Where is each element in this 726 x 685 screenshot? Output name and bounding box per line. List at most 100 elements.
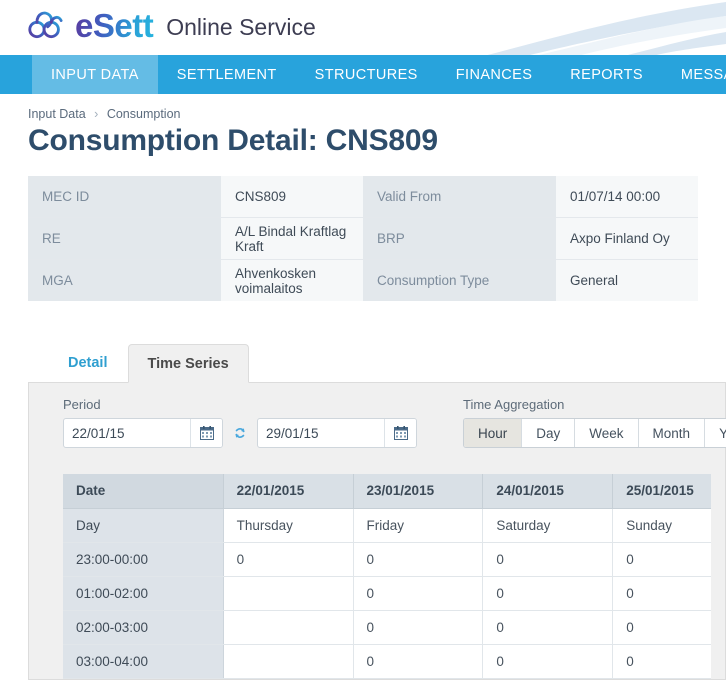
esett-swirl-logo-icon [28,11,63,39]
row-label-hour-3: 02:00-03:00 [63,610,224,645]
table-row: 03:00-04:00 0 0 0 0 [63,644,711,679]
breadcrumb-current[interactable]: Consumption [107,107,181,121]
cell[interactable]: 0 [612,610,711,645]
cell[interactable]: 0 [353,610,484,645]
nav-item-settlement[interactable]: SETTLEMENT [158,55,296,94]
cell[interactable]: 0 [482,576,614,611]
cell[interactable]: 0 [353,644,484,679]
cell[interactable]: 0 [223,542,354,577]
column-header-day-2[interactable]: 23/01/2015 [353,474,484,509]
info-value-mga: Ahvenkosken voimalaitos [221,259,363,301]
tab-detail[interactable]: Detail [48,343,128,382]
swap-dates-icon [235,428,245,438]
period-from-input[interactable] [64,419,190,447]
tabs-section: Detail Time Series Period 22/01/15 29/01… [28,343,726,680]
breadcrumb-root[interactable]: Input Data [28,107,86,121]
info-value-re: A/L Bindal Kraftlag Kraft [221,217,363,260]
brand-tagline: Online Service [166,14,316,40]
info-label-mec-id: MEC ID [28,176,221,218]
column-header-date[interactable]: Date [63,474,224,509]
period-to-field[interactable] [257,418,417,448]
cell[interactable]: 0 [612,542,711,577]
page-content: Input Data › Consumption Consumption Det… [0,107,726,680]
tab-list: Detail Time Series [48,343,698,383]
row-label-hour-2: 01:00-02:00 [63,576,224,611]
info-label-valid-from: Valid From [363,176,556,218]
time-aggregation-segmented-control: Hour Day Week Month Year [463,418,726,448]
calendar-icon [393,426,408,440]
table-row: 01:00-02:00 0 0 0 0 [63,576,711,611]
aggregation-option-week[interactable]: Week [575,419,639,447]
nav-item-finances[interactable]: FINANCES [437,55,552,94]
brand-name: eSett [75,9,156,42]
cell[interactable]: 0 [353,576,484,611]
row-label-hour-4: 03:00-04:00 [63,644,224,679]
aggregation-option-month[interactable]: Month [638,419,706,447]
period-from-field[interactable] [63,418,223,448]
nav-item-input-data[interactable]: INPUT DATA [32,55,158,94]
cell[interactable]: 0 [353,542,484,577]
cell: Saturday [482,508,614,543]
cell: Sunday [612,508,711,543]
table-row: 02:00-03:00 0 0 0 0 [63,610,711,645]
column-header-day-4[interactable]: 25/01/2015 [612,474,711,509]
cell[interactable] [223,644,354,679]
cell[interactable]: 0 [612,644,711,679]
info-value-valid-from: 01/07/14 00:00 [556,176,698,218]
calendar-icon [199,426,214,440]
info-value-mec-id: CNS809 [221,176,363,218]
row-label-day: Day [63,508,224,543]
tab-panel-time-series: Period 22/01/15 29/01/15 Time Aggregatio… [28,382,726,680]
info-label-consumption-type: Consumption Type [363,259,556,301]
page-title: Consumption Detail: CNS809 [28,124,438,157]
table-row: RE A/L Bindal Kraftlag Kraft BRP Axpo Fi… [28,217,698,260]
aggregation-option-hour[interactable]: Hour [464,419,523,447]
period-from-calendar-button[interactable] [190,419,222,447]
table-header-row: Date 22/01/2015 23/01/2015 24/01/2015 25… [63,474,711,509]
info-value-brp: Axpo Finland Oy [556,217,698,260]
cell[interactable] [223,576,354,611]
row-label-hour-1: 23:00-00:00 [63,542,224,577]
cell: Thursday [223,508,354,543]
time-aggregation-label: Time Aggregation [463,397,565,412]
time-series-table: Date 22/01/2015 23/01/2015 24/01/2015 25… [63,474,711,679]
time-series-table-scroll[interactable]: Date 22/01/2015 23/01/2015 24/01/2015 25… [63,474,711,679]
cell[interactable]: 0 [482,644,614,679]
table-row: MGA Ahvenkosken voimalaitos Consumption … [28,259,698,301]
nav-item-structures[interactable]: STRUCTURES [296,55,437,94]
cell[interactable]: 0 [482,542,614,577]
breadcrumb-separator: › [94,107,99,121]
table-row: 23:00-00:00 0 0 0 0 0 [63,542,711,577]
info-label-brp: BRP [363,217,556,260]
decorative-swoosh-graphic [487,2,726,55]
info-value-consumption-type: General [556,259,698,301]
filters-bar: Period 22/01/15 29/01/15 Time Aggregatio… [63,397,726,448]
nav-item-messages[interactable]: MESSAGES [662,55,726,94]
aggregation-option-year[interactable]: Year [705,419,726,447]
table-row: Day Thursday Friday Saturday Sunday Mond… [63,508,711,543]
brand-logo[interactable]: eSett Online Service [25,8,316,42]
info-label-mga: MGA [28,259,221,301]
cell[interactable] [223,610,354,645]
time-aggregation-filter-group: Time Aggregation Hour Day Week Month Yea… [463,397,726,448]
column-header-day-3[interactable]: 24/01/2015 [482,474,614,509]
main-navigation: INPUT DATA SETTLEMENT STRUCTURES FINANCE… [0,55,726,94]
breadcrumb: Input Data › Consumption [28,107,698,121]
cell[interactable]: 0 [612,576,711,611]
period-row [63,418,417,448]
period-filter-group: Period [63,397,417,448]
period-label: Period [63,397,101,412]
entity-info-table: MEC ID CNS809 Valid From 01/07/14 00:00 … [28,176,698,301]
table-row: MEC ID CNS809 Valid From 01/07/14 00:00 [28,176,698,218]
column-header-day-1[interactable]: 22/01/2015 [223,474,354,509]
period-to-calendar-button[interactable] [384,419,416,447]
nav-item-reports[interactable]: REPORTS [551,55,662,94]
cell[interactable]: 0 [482,610,614,645]
tab-time-series[interactable]: Time Series [127,344,249,383]
swap-dates-button[interactable] [230,423,250,443]
app-header: eSett Online Service [0,0,726,55]
period-to-input[interactable] [258,419,384,447]
info-label-re: RE [28,217,221,260]
aggregation-option-day[interactable]: Day [522,419,576,447]
cell: Friday [353,508,484,543]
